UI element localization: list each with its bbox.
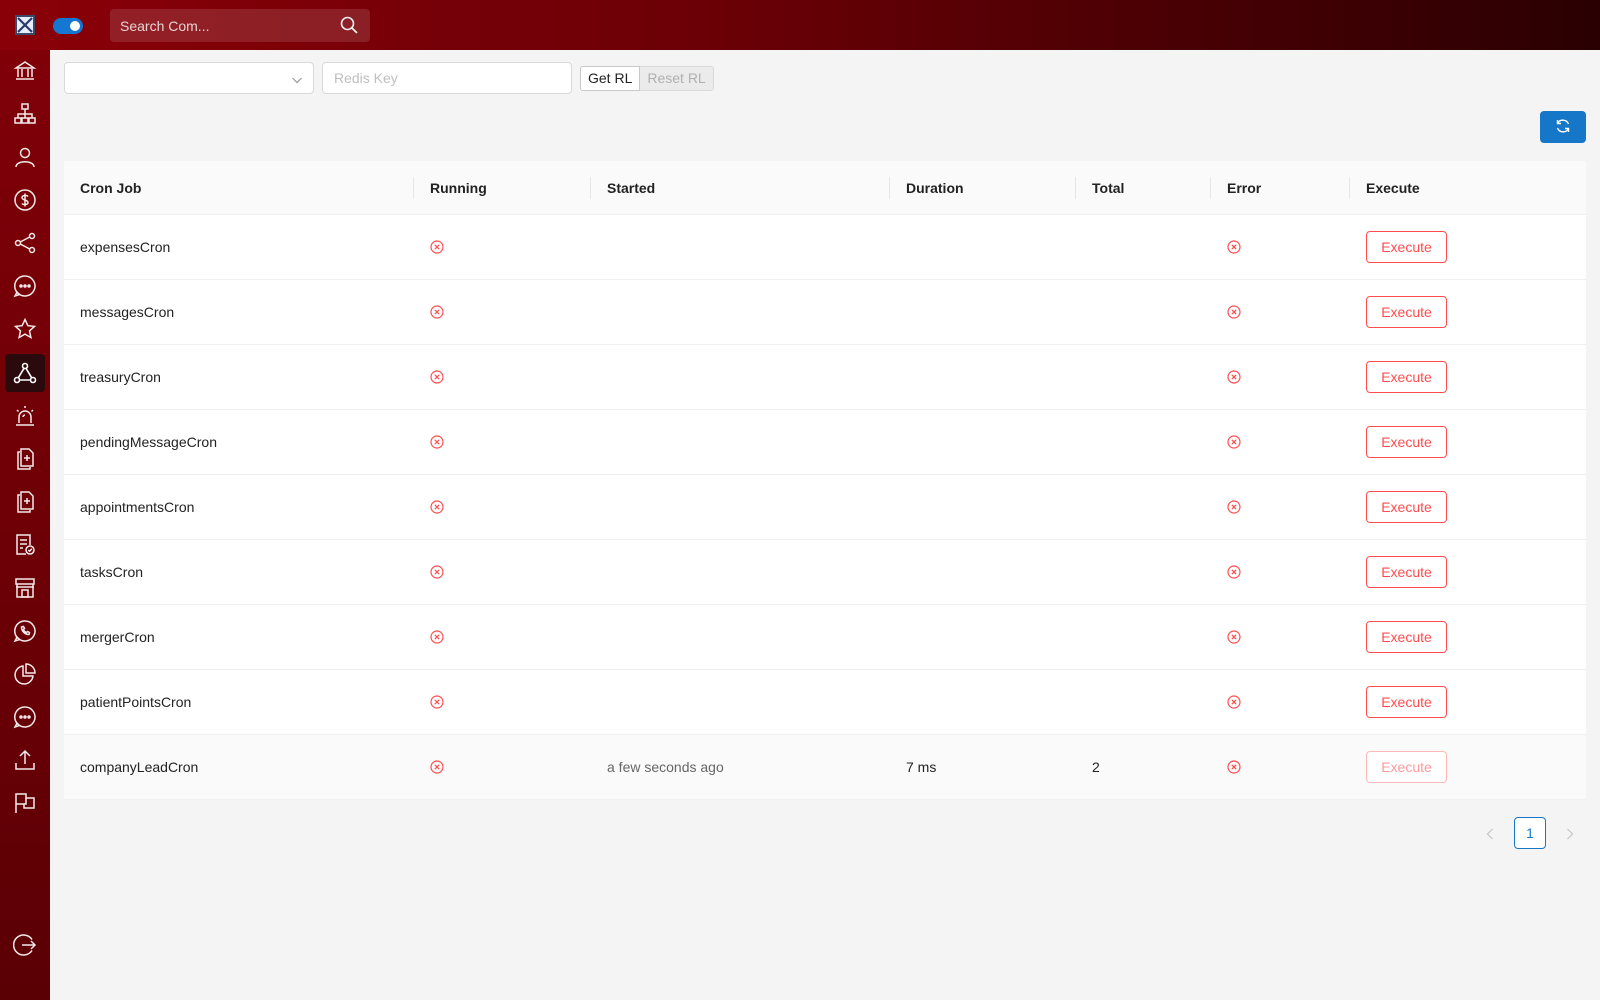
nav-document-plus-icon[interactable]: [5, 483, 45, 521]
error-status-icon: [1227, 305, 1241, 319]
error-status-icon: [1227, 500, 1241, 514]
theme-toggle[interactable]: [53, 18, 83, 34]
error-status-icon: [1227, 240, 1241, 254]
search-icon[interactable]: [340, 16, 358, 37]
column-header-running: Running: [430, 180, 487, 196]
nav-share-icon[interactable]: [5, 224, 45, 262]
error-status-icon: [1227, 760, 1241, 774]
running-status-icon: [430, 240, 444, 254]
execute-button[interactable]: Execute: [1366, 556, 1447, 588]
column-header-error: Error: [1227, 180, 1262, 196]
pagination-next-icon[interactable]: [1560, 824, 1580, 844]
execute-button[interactable]: Execute: [1366, 426, 1447, 458]
top-bar: [0, 0, 1600, 50]
execute-button[interactable]: Execute: [1366, 231, 1447, 263]
cron-jobs-table: Cron Job Running Started Duration Total …: [64, 161, 1586, 800]
table-row: expensesCron Execute: [64, 215, 1586, 280]
cron-job-name: expensesCron: [80, 239, 171, 255]
column-header-total: Total: [1092, 180, 1125, 196]
app-logo-icon[interactable]: [15, 15, 35, 35]
nav-store-icon[interactable]: [5, 569, 45, 607]
execute-button[interactable]: Execute: [1366, 361, 1447, 393]
cron-job-name: appointmentsCron: [80, 499, 195, 515]
running-status-icon: [430, 305, 444, 319]
error-status-icon: [1227, 695, 1241, 709]
rate-limit-button-group: Get RL Reset RL: [580, 66, 714, 91]
running-status-icon: [430, 435, 444, 449]
nav-pie-chart-icon[interactable]: [5, 655, 45, 693]
company-search: [110, 9, 370, 42]
table-row: treasuryCron Execute: [64, 345, 1586, 410]
chevron-down-icon: [291, 73, 303, 89]
company-select[interactable]: [64, 62, 314, 94]
sidebar: [0, 50, 50, 1000]
table-row: companyLeadCron a few seconds ago 7 ms 2 Exe…: [64, 735, 1586, 800]
table-row: pendingMessageCron Execute: [64, 410, 1586, 475]
execute-button[interactable]: Execute: [1366, 621, 1447, 653]
nav-flag-icon[interactable]: [5, 784, 45, 822]
nav-user-icon[interactable]: [5, 138, 45, 176]
running-status-icon: [430, 760, 444, 774]
error-status-icon: [1227, 435, 1241, 449]
column-header-started: Started: [607, 180, 656, 196]
error-status-icon: [1227, 565, 1241, 579]
refresh-button[interactable]: [1540, 111, 1586, 143]
duration-cell: 7 ms: [906, 759, 937, 775]
table-row: messagesCron Execute: [64, 280, 1586, 345]
cron-job-name: companyLeadCron: [80, 759, 199, 775]
execute-button[interactable]: Execute: [1366, 491, 1447, 523]
running-status-icon: [430, 370, 444, 384]
execute-button[interactable]: Execute: [1366, 296, 1447, 328]
execute-button[interactable]: Execute: [1366, 751, 1447, 783]
nav-chat-icon[interactable]: [5, 698, 45, 736]
nav-dollar-icon[interactable]: [5, 181, 45, 219]
running-status-icon: [430, 630, 444, 644]
table-row: patientPointsCron Execute: [64, 670, 1586, 735]
column-header-cron-job: Cron Job: [80, 180, 142, 196]
table-row: appointmentsCron Execute: [64, 475, 1586, 540]
table-row: mergerCron Execute: [64, 605, 1586, 670]
column-header-duration: Duration: [906, 180, 964, 196]
started-cell: a few seconds ago: [607, 759, 724, 775]
running-status-icon: [430, 695, 444, 709]
cron-job-name: treasuryCron: [80, 369, 161, 385]
reset-rl-button[interactable]: Reset RL: [640, 66, 714, 91]
error-status-icon: [1227, 370, 1241, 384]
cron-job-name: patientPointsCron: [80, 694, 192, 710]
total-cell: 2: [1092, 759, 1100, 775]
get-rl-button[interactable]: Get RL: [580, 66, 641, 91]
refresh-icon: [1555, 118, 1571, 137]
redis-key-input[interactable]: [322, 62, 572, 94]
nav-document-check-icon[interactable]: [5, 526, 45, 564]
cron-job-name: pendingMessageCron: [80, 434, 217, 450]
nav-upload-icon[interactable]: [5, 741, 45, 779]
execute-button[interactable]: Execute: [1366, 686, 1447, 718]
table-row: tasksCron Execute: [64, 540, 1586, 605]
nav-bank-icon[interactable]: [5, 52, 45, 90]
pagination-page[interactable]: 1: [1514, 817, 1546, 849]
nav-org-chart-icon[interactable]: [5, 95, 45, 133]
cron-job-name: tasksCron: [80, 564, 144, 580]
error-status-icon: [1227, 630, 1241, 644]
nav-document-plus-icon[interactable]: [5, 440, 45, 478]
running-status-icon: [430, 500, 444, 514]
nav-chat-icon[interactable]: [5, 267, 45, 305]
table-header: Cron Job Running Started Duration Total …: [64, 161, 1586, 215]
column-header-execute: Execute: [1366, 180, 1420, 196]
nav-logout-icon[interactable]: [5, 926, 45, 964]
running-status-icon: [430, 565, 444, 579]
nav-star-icon[interactable]: [5, 310, 45, 348]
cron-job-name: messagesCron: [80, 304, 175, 320]
nav-alarm-icon[interactable]: [5, 397, 45, 435]
search-input[interactable]: [120, 9, 330, 42]
nav-phone-icon[interactable]: [5, 612, 45, 650]
cron-job-name: mergerCron: [80, 629, 155, 645]
nav-network-icon[interactable]: [5, 354, 45, 392]
pagination-prev-icon[interactable]: [1480, 824, 1500, 844]
